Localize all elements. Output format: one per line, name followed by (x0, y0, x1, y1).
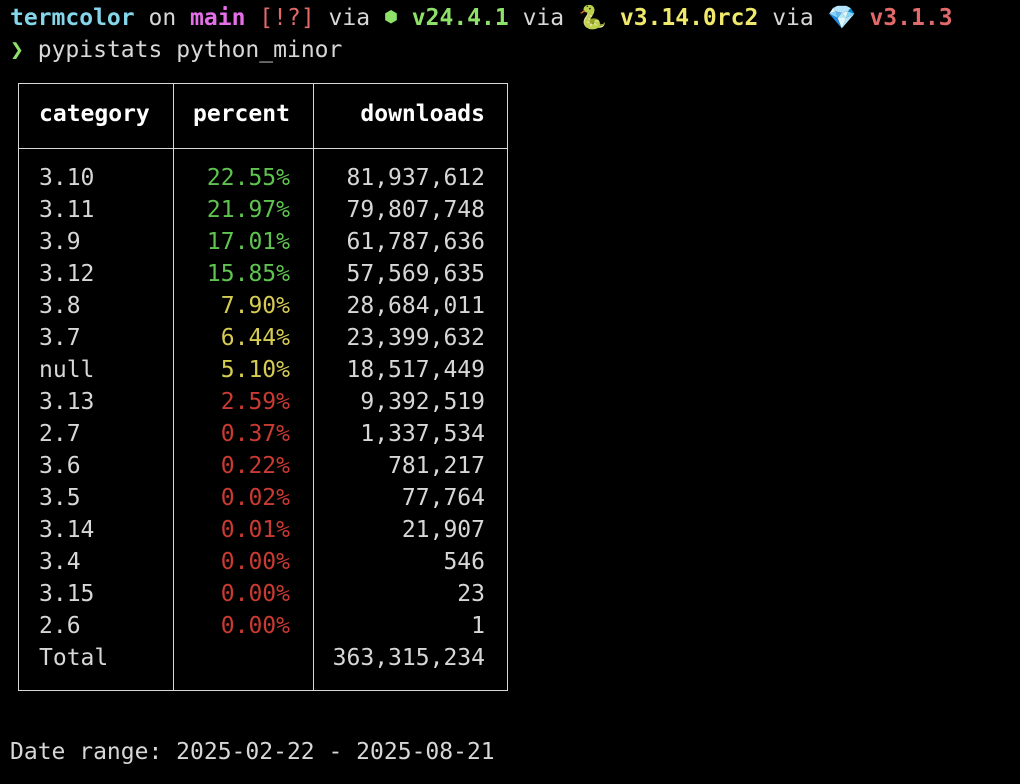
cell-downloads: 9,392,519 (360, 389, 485, 415)
python-version: v3.14.0rc2 (619, 5, 759, 31)
date-range: Date range: 2025-02-22 - 2025-08-21 (10, 739, 495, 765)
cell-category: 3.8 (39, 293, 81, 319)
cell-percent: 5.10% (220, 357, 290, 383)
cell-category: 3.12 (39, 261, 95, 287)
table-body: 3.10 22.55% 81,937,612 3.11 21.97% 79,807,748… (19, 162, 507, 674)
cell-downloads: 546 (443, 549, 485, 575)
header-downloads: downloads (360, 101, 485, 127)
cell-percent: 17.01% (206, 229, 290, 255)
cell-downloads: 21,907 (401, 517, 485, 543)
cell-percent: 0.00% (220, 581, 290, 607)
cell-category: 3.5 (39, 485, 81, 511)
cell-percent: 21.97% (206, 197, 290, 223)
cell-category: 3.9 (39, 229, 81, 255)
table-row: 2.7 0.37% 1,337,534 (19, 418, 507, 450)
cell-downloads: 363,315,234 (332, 645, 485, 671)
cell-downloads: 77,764 (401, 485, 485, 511)
table-row: Total 363,315,234 (19, 642, 507, 674)
cell-percent: 0.37% (220, 421, 290, 447)
cell-category: 3.7 (39, 325, 81, 351)
on-text: on (148, 5, 177, 31)
header-category: category (39, 101, 150, 127)
command-text: pypistats python_minor (37, 37, 343, 63)
cell-percent: 2.59% (220, 389, 290, 415)
shell-prompt: termcolor on main [!?] via ⬢ v24.4.1 via… (10, 2, 953, 34)
cell-downloads: 28,684,011 (346, 293, 485, 319)
cell-category: Total (39, 645, 109, 671)
directory-name: termcolor (10, 5, 135, 31)
cell-percent: 6.44% (220, 325, 290, 351)
cell-downloads: 23,399,632 (346, 325, 485, 351)
table-row: 3.9 17.01% 61,787,636 (19, 226, 507, 258)
cell-percent: 0.00% (220, 613, 290, 639)
table-row: 3.10 22.55% 81,937,612 (19, 162, 507, 194)
via-text: via (522, 5, 565, 31)
cell-category: 3.13 (39, 389, 95, 415)
table-row: 3.14 0.01% 21,907 (19, 514, 507, 546)
table-row: 3.5 0.02% 77,764 (19, 482, 507, 514)
cell-downloads: 57,569,635 (346, 261, 485, 287)
cell-percent: 0.00% (220, 549, 290, 575)
git-branch-name: main (190, 5, 246, 31)
cell-category: 3.6 (39, 453, 81, 479)
via-text: via (328, 5, 371, 31)
cell-percent: 7.90% (220, 293, 290, 319)
cell-downloads: 79,807,748 (346, 197, 485, 223)
node-version: v24.4.1 (411, 5, 509, 31)
cell-downloads: 781,217 (388, 453, 485, 479)
table-row: 3.12 15.85% 57,569,635 (19, 258, 507, 290)
cell-percent: 0.22% (220, 453, 290, 479)
cell-downloads: 23 (457, 581, 485, 607)
stats-table: category percent downloads 3.10 22.55% 81,… (18, 83, 508, 691)
table-row: 3.6 0.22% 781,217 (19, 450, 507, 482)
cell-percent: 22.55% (206, 165, 290, 191)
ruby-gem-icon: 💎 (827, 5, 857, 31)
cell-downloads: 18,517,449 (346, 357, 485, 383)
python-snake-icon: 🐍 (577, 5, 607, 31)
cell-downloads: 61,787,636 (346, 229, 485, 255)
table-row: 3.4 0.00% 546 (19, 546, 507, 578)
cell-category: 2.7 (39, 421, 81, 447)
table-row: 3.13 2.59% 9,392,519 (19, 386, 507, 418)
cell-percent: 0.02% (220, 485, 290, 511)
table-row: 3.15 0.00% 23 (19, 578, 507, 610)
header-divider (19, 148, 507, 149)
cell-category: 2.6 (39, 613, 81, 639)
cell-category: 3.11 (39, 197, 95, 223)
cell-percent: 15.85% (206, 261, 290, 287)
command-line[interactable]: ❯ pypistats python_minor (10, 34, 342, 66)
ruby-version: v3.1.3 (869, 5, 953, 31)
table-row: 3.11 21.97% 79,807,748 (19, 194, 507, 226)
table-row: 2.6 0.00% 1 (19, 610, 507, 642)
git-status: [!?] (259, 5, 315, 31)
table-row: null 5.10% 18,517,449 (19, 354, 507, 386)
cell-category: null (39, 357, 95, 383)
header-percent: percent (193, 101, 290, 127)
prompt-arrow-icon: ❯ (10, 37, 24, 63)
cell-downloads: 1 (471, 613, 485, 639)
cell-percent: 0.01% (220, 517, 290, 543)
cell-downloads: 81,937,612 (346, 165, 485, 191)
table-row: 3.8 7.90% 28,684,011 (19, 290, 507, 322)
cell-category: 3.15 (39, 581, 95, 607)
cell-category: 3.10 (39, 165, 95, 191)
cell-downloads: 1,337,534 (360, 421, 485, 447)
cell-category: 3.4 (39, 549, 81, 575)
cell-category: 3.14 (39, 517, 95, 543)
nodejs-icon: ⬢ (383, 7, 398, 26)
via-text: via (772, 5, 814, 31)
table-row: 3.7 6.44% 23,399,632 (19, 322, 507, 354)
